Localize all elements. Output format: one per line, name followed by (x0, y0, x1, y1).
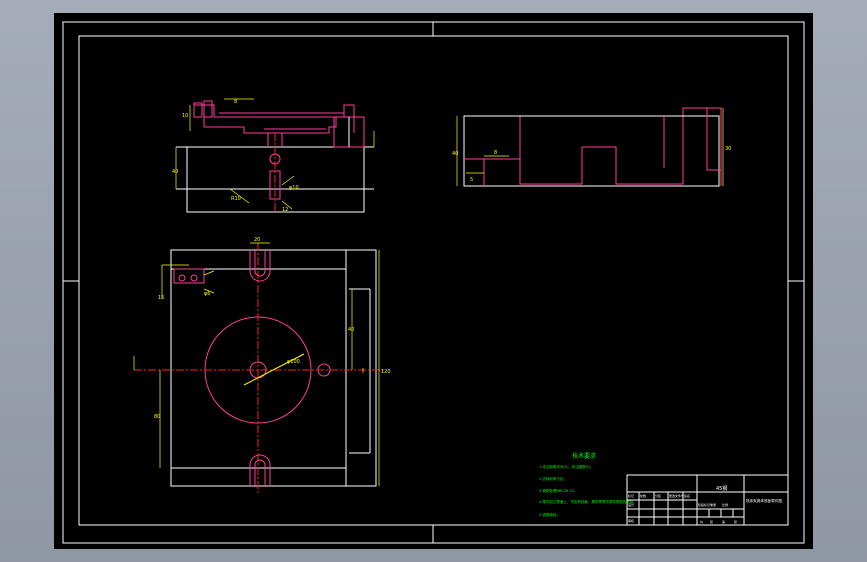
top-view[interactable]: 80 40 120 20 15 φ6 φ100 (133, 237, 391, 493)
svg-text:20: 20 (254, 237, 260, 243)
svg-text:8: 8 (494, 150, 497, 156)
tech-requirements: 技术要求 1.未注倒角均为C1，未注圆角R1。 2.去除毛刺飞边。 3.调质处理… (539, 452, 637, 517)
tb-sheet-2: 第 (722, 519, 725, 524)
tech-req-line-3: 3.调质处理HRC28-32。 (539, 488, 577, 493)
title-block: 45钢 铣床夹具体底板零件图 标记 处数 分区 更改文件号 签名 设计 审核 阶… (626, 474, 789, 526)
tech-req-line-5: 5.锐角倒钝。 (539, 512, 560, 517)
tech-req-title: 技术要求 (572, 452, 596, 460)
tb-sign-0: 标记 (628, 493, 634, 498)
front-view[interactable]: 40 R10 φ10 12 10 8 (172, 98, 375, 213)
svg-text:10: 10 (182, 113, 188, 119)
tb-scale-0: 阶段标记 (698, 502, 710, 507)
tb-design-label: 设计 (628, 502, 634, 507)
svg-text:120: 120 (381, 369, 391, 375)
drawing-canvas[interactable]: 40 R10 φ10 12 10 8 40 30 8 5 80 40 120 2… (54, 13, 813, 549)
title-block-part-name: 铣床夹具体底板零件图 (746, 498, 782, 503)
inner-border (78, 35, 789, 526)
tb-sheet-0: 共 (700, 519, 703, 524)
svg-text:40: 40 (348, 327, 354, 333)
svg-text:12: 12 (282, 207, 288, 213)
tb-check-label: 审核 (628, 518, 634, 523)
tb-sign-3: 更改文件号 (669, 493, 684, 498)
svg-text:40: 40 (172, 169, 178, 175)
tech-req-line-1: 1.未注倒角均为C1，未注圆角R1。 (539, 464, 594, 469)
title-block-material: 45钢 (716, 485, 727, 492)
tb-sign-1: 处数 (640, 493, 646, 498)
svg-text:8: 8 (234, 99, 237, 105)
svg-text:40: 40 (452, 151, 458, 157)
tb-sheet-3: 张 (734, 519, 737, 524)
tb-sheet-1: 张 (710, 519, 713, 524)
tech-req-line-4: 4.零件加工表面上，不应有划痕、擦伤等损伤零件表面的缺陷。 (539, 499, 637, 504)
drawing-sheet[interactable]: 40 R10 φ10 12 10 8 40 30 8 5 80 40 120 2… (54, 13, 813, 549)
side-view[interactable]: 40 30 8 5 (452, 107, 731, 187)
svg-text:80: 80 (154, 414, 160, 420)
svg-text:30: 30 (725, 146, 731, 152)
tb-sign-4: 签名 (684, 493, 690, 498)
svg-text:5: 5 (470, 177, 473, 183)
tb-sign-2: 分区 (655, 493, 661, 498)
svg-text:φ6: φ6 (204, 291, 210, 297)
cad-viewport[interactable]: 40 R10 φ10 12 10 8 40 30 8 5 80 40 120 2… (0, 0, 867, 562)
svg-text:R10: R10 (231, 196, 241, 202)
tb-scale-1: 重量 (710, 502, 716, 507)
tech-req-line-2: 2.去除毛刺飞边。 (539, 476, 567, 481)
svg-text:φ10: φ10 (289, 185, 299, 191)
svg-text:φ100: φ100 (287, 359, 300, 365)
svg-text:15: 15 (158, 295, 164, 301)
tb-scale-2: 比例 (722, 502, 728, 507)
